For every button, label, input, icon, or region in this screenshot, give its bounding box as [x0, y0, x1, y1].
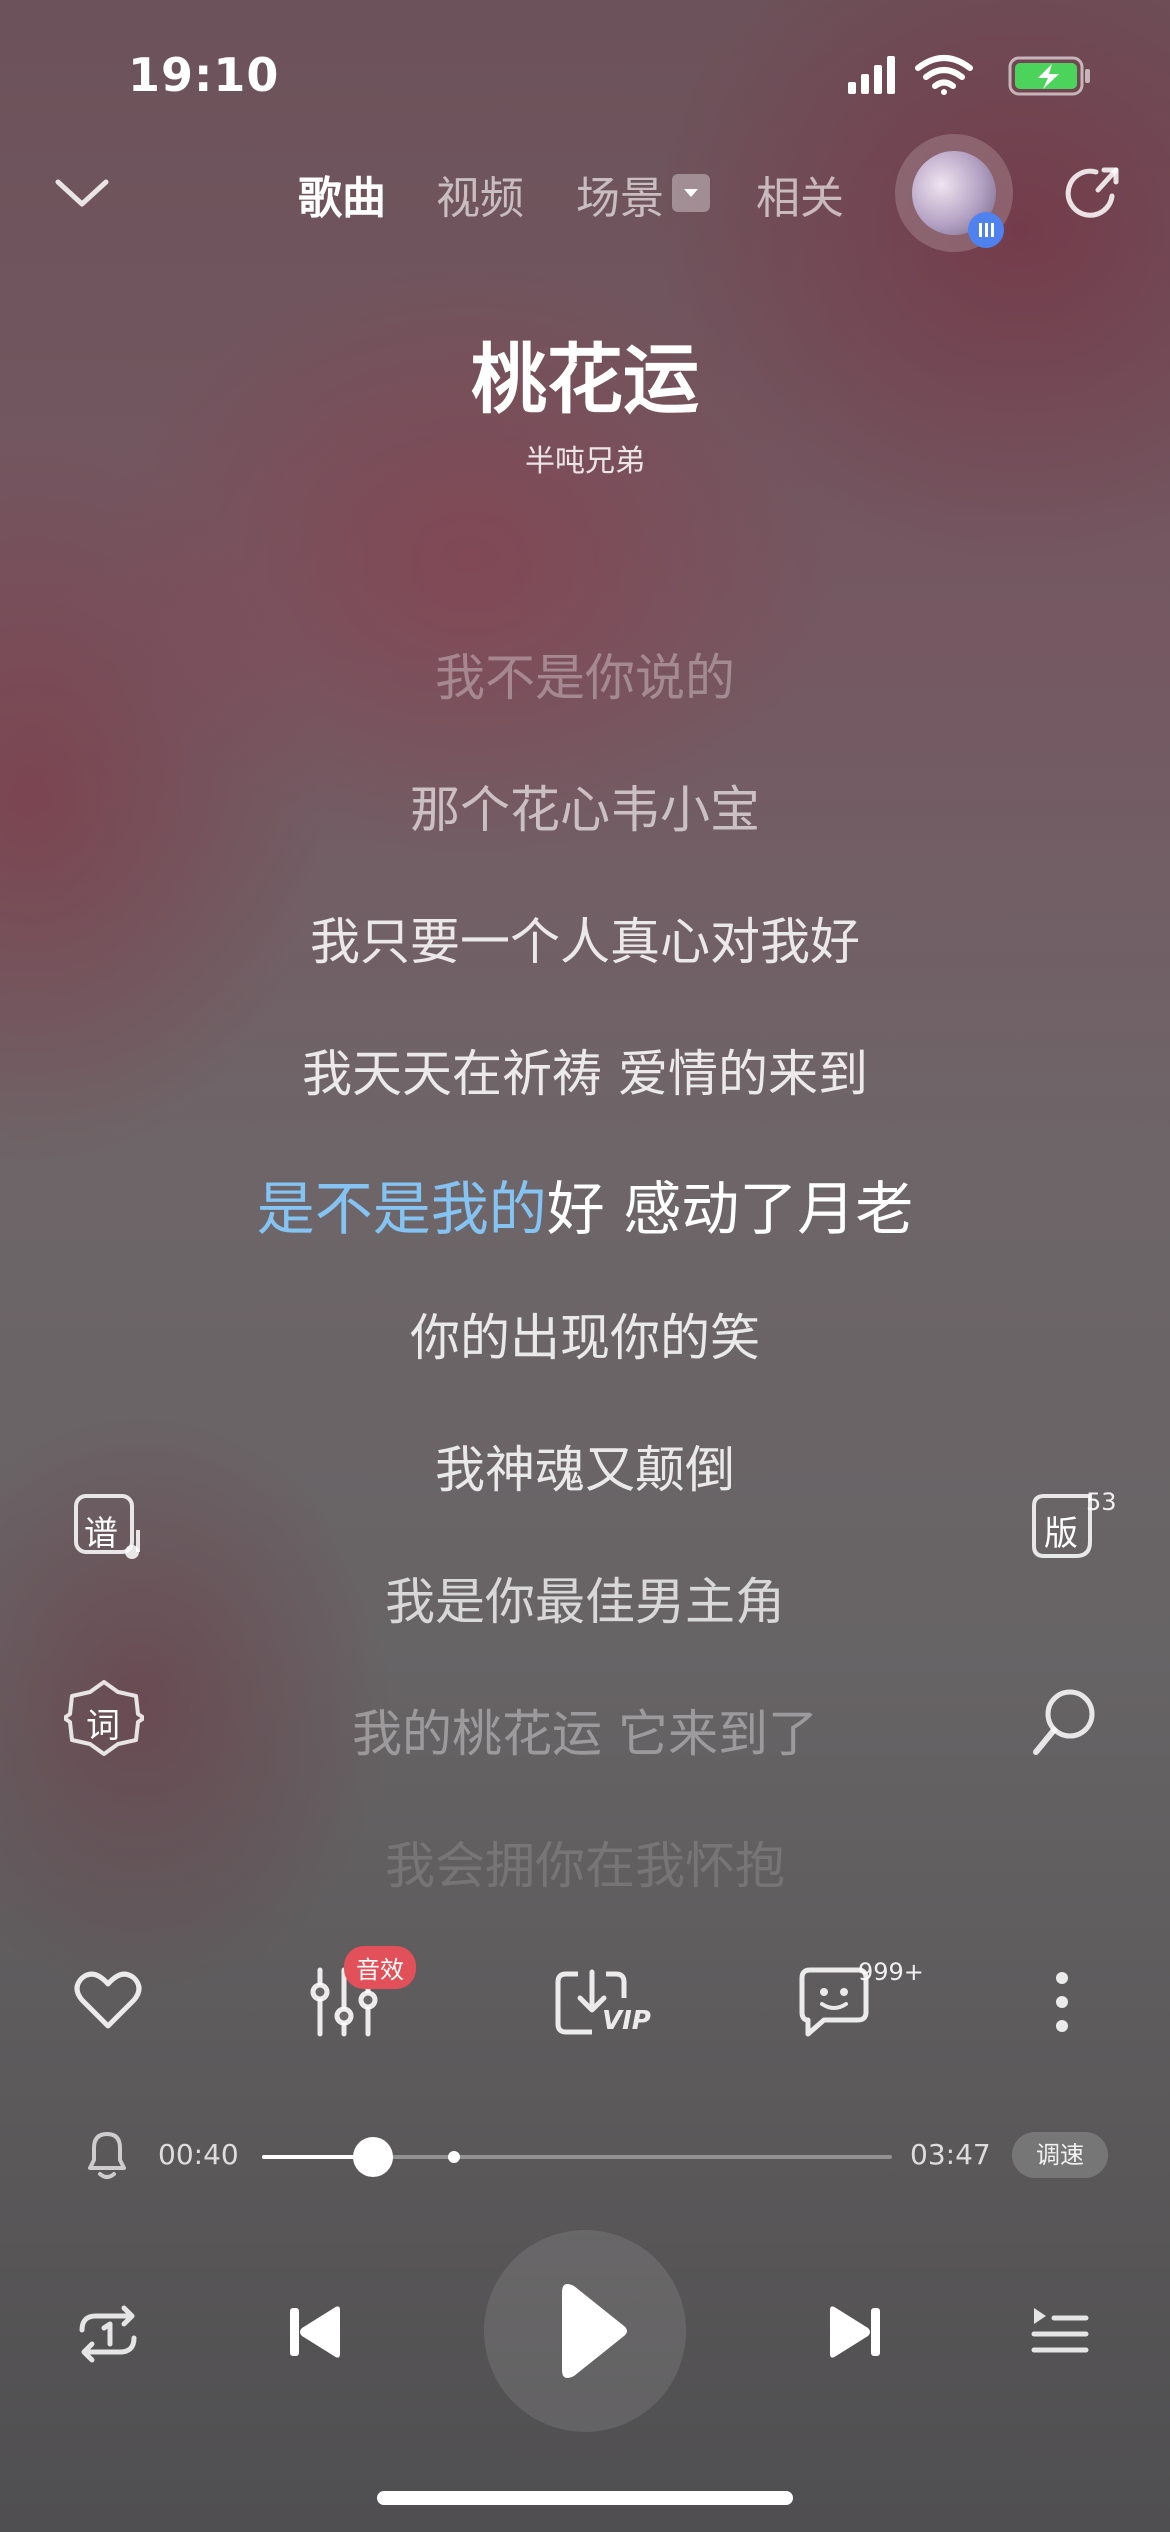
collapse-chevron-icon[interactable]: [50, 160, 114, 224]
wifi-icon: [915, 55, 973, 95]
sleep-timer-bell-icon[interactable]: [82, 2126, 132, 2182]
version-count: 53: [1086, 1488, 1117, 1516]
lyric-line[interactable]: 我是你最佳男主角: [0, 1562, 1170, 1634]
lyric-current-line[interactable]: 是不是我的好 感动了月老: [0, 1162, 1170, 1246]
lyrics-tool-button[interactable]: 词: [64, 1678, 144, 1758]
lyric-line[interactable]: 我天天在祈祷 爱情的来到: [0, 1034, 1170, 1106]
song-title: 桃花运: [471, 335, 699, 424]
battery-icon: [1008, 56, 1090, 96]
play-icon: [562, 2284, 627, 2378]
tab-video[interactable]: 视频: [436, 162, 524, 226]
artist-name[interactable]: 半吨兄弟: [0, 436, 1170, 480]
lyric-sung-part: 是不是我的: [256, 1175, 547, 1243]
comment-count: 999+: [858, 1958, 924, 1986]
lyric-line[interactable]: 我会拥你在我怀抱: [0, 1826, 1170, 1898]
like-heart-icon[interactable]: [68, 1960, 148, 2040]
previous-track-icon[interactable]: [284, 2300, 348, 2364]
lyrics-search-icon[interactable]: [1024, 1682, 1104, 1762]
lyric-line[interactable]: 你的出现你的笑: [0, 1298, 1170, 1370]
progress-thumb[interactable]: [352, 2137, 393, 2177]
lyric-line[interactable]: 我的桃花运 它来到了: [0, 1694, 1170, 1766]
next-track-icon[interactable]: [822, 2300, 886, 2364]
sound-effect-badge: 音效: [344, 1946, 416, 1989]
lyrics-tool-label: 词: [86, 1706, 120, 1746]
scene-dropdown-icon[interactable]: [672, 174, 710, 212]
vip-label: VIP: [602, 2006, 651, 2036]
playlist-icon[interactable]: [1028, 2300, 1092, 2364]
status-time: 19:10: [128, 48, 280, 102]
current-time: 00:40: [158, 2138, 239, 2171]
total-time: 03:47: [910, 2138, 991, 2171]
more-options-icon[interactable]: [1042, 1970, 1082, 2034]
lyric-line[interactable]: 我只要一个人真心对我好: [0, 902, 1170, 974]
tab-scene[interactable]: 场景: [576, 162, 664, 226]
lyric-line[interactable]: 那个花心韦小宝: [0, 770, 1170, 842]
lyric-line[interactable]: 我不是你说的: [0, 638, 1170, 710]
playing-badge-icon: [968, 212, 1004, 248]
share-icon[interactable]: [1060, 160, 1128, 228]
playback-speed-button[interactable]: 调速: [1012, 2132, 1108, 2178]
progress-marker: [448, 2151, 460, 2163]
version-label: 版: [1044, 1514, 1078, 1554]
status-icons: [848, 55, 1090, 96]
tab-related[interactable]: 相关: [756, 162, 844, 226]
home-indicator: [377, 2491, 793, 2505]
lyric-line[interactable]: 我神魂又颠倒: [0, 1430, 1170, 1502]
repeat-one-icon[interactable]: [74, 2300, 142, 2368]
vip-download-button[interactable]: VIP: [552, 1962, 662, 2046]
lyric-unsung-part: 好 感动了月老: [546, 1175, 914, 1243]
signal-icon: [848, 56, 895, 94]
score-button[interactable]: 谱: [66, 1486, 146, 1566]
progress-slider[interactable]: [262, 2137, 892, 2177]
score-label: 谱: [84, 1514, 118, 1554]
play-button[interactable]: [484, 2230, 686, 2432]
tab-song[interactable]: 歌曲: [298, 162, 386, 226]
